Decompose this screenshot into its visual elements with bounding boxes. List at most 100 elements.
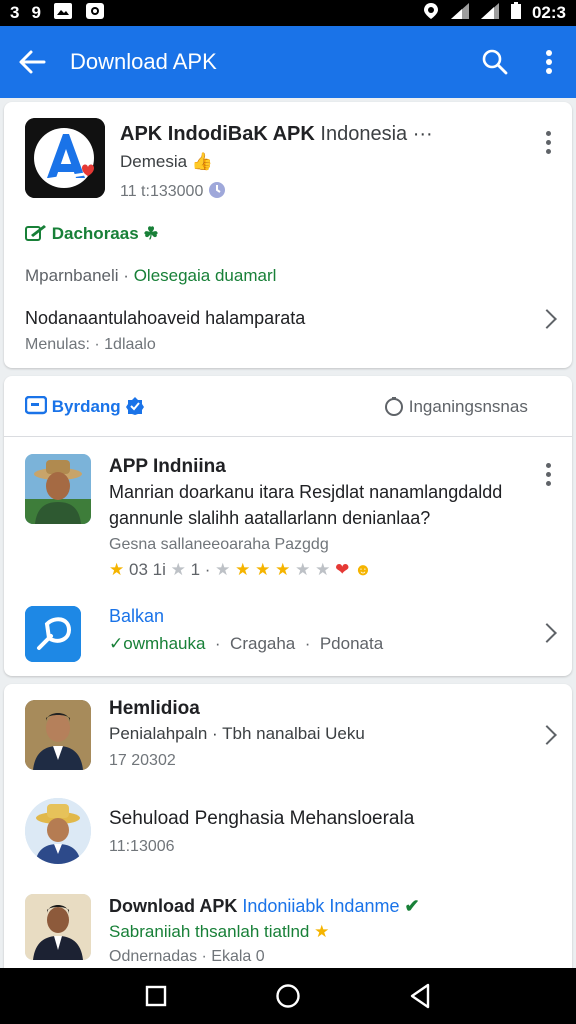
verified-check-icon: ✔ [404,896,420,916]
card-more-button[interactable] [536,124,560,160]
status-bar: 3 9 02:3 [0,0,576,26]
square-icon [145,985,167,1007]
signal-icon [450,2,470,25]
post-more-button[interactable] [536,456,560,492]
post-title: APP Indniina [109,456,226,477]
app-item-meta-a: Cragaha [230,634,296,653]
battery-icon [510,1,522,25]
thumbs-up-icon: 👍 [191,152,213,171]
back-nav-button[interactable] [396,972,444,1020]
check-circle-icon: ✓ [109,634,124,653]
app-count-text: 11 t:133000 [120,183,204,200]
content-scroll[interactable]: APK IndodiBaK APK Indonesia ··· Demesia … [0,98,576,968]
app-item-meta-b: Pdonata [319,634,384,653]
section-right-label: Inganingsnsnas [408,397,528,416]
app-count: 11 t:133000 [120,181,226,201]
heart-icon: ❤ [335,560,350,579]
image-notification-icon [53,2,73,25]
star-icon: ★ [109,560,125,579]
section-tab-left[interactable]: Byrdang [24,395,145,417]
avatar [25,894,91,960]
system-nav-bar [0,968,576,1024]
list-item-meta: 11:13006 [109,838,175,855]
recents-button[interactable] [132,972,180,1020]
app-notification-icon [85,2,105,25]
search-button[interactable] [468,26,522,98]
app-meta-value: 1dlaalo [104,336,156,353]
app-meta-label: Menulas: · [25,336,100,353]
avatar [25,700,91,770]
post-rating: ★ 03 1i ★ 1 · ★ ★ ★ ★ ★ ★ ❤ ☻ [109,560,372,580]
list-item-title: Download APK Indoniiabk Indanme ✔ [109,896,420,917]
list-item-title-accent: Indoniiabk Indanme [242,896,400,916]
page-title: Download APK [70,49,217,74]
section-tab-right[interactable]: Inganingsnsnas [384,396,528,417]
app-bar: Download APK [0,26,576,98]
verified-badge-icon [126,397,145,415]
avatar [25,798,91,864]
section-left-label: Byrdang [51,397,121,416]
app-title-bold: APK IndodiBaK APK [120,123,315,145]
triangle-back-icon [410,983,430,1009]
back-button[interactable] [0,26,64,98]
leaf-icon: ☘ [143,224,159,243]
list-item-meta: Odnernadas · Ekala 0 [109,948,265,965]
app-info-value: Olesegaia duamarl [133,266,277,285]
post-body-line-1: Manrian doarkanu itara Resjdlat nanamlan… [109,482,503,502]
app-description: Nodanaantulahoaveid halamparata [25,308,306,328]
app-logo [25,118,105,198]
list-item-subtitle: Penialahpaln · Tbh nanalbai Ueku [109,724,365,743]
list-item-subtitle: Sabraniiah thsanlah tiatlnd ★ [109,922,329,942]
smile-icon: ☻ [354,560,372,579]
rating-text: 03 1i [128,560,166,579]
more-vert-icon [546,50,552,74]
app-subtitle-text: Demesia [120,152,188,171]
post-body-line-2: gannunle slalihh aatallarlann denianlaa? [109,508,431,528]
arrow-left-icon [19,50,46,74]
app-meta: Menulas: · 1dlaalo [25,336,156,354]
app-badge-label: Dachoraas [51,224,139,243]
list-item-title: Hemlidioa [109,698,200,719]
star-icon: ★ [314,922,330,941]
timer-icon [385,397,403,416]
list-card: Hemlidioa Penialahpaln · Tbh nanalbai Ue… [4,684,572,968]
feed-card: Byrdang Inganingsnsnas APP Indniina Manr… [4,376,572,676]
star-empty-icon: ★ [170,560,186,579]
search-icon [482,49,508,75]
verified-clock-icon [208,182,225,198]
more-options-button[interactable] [522,26,576,98]
list-item-title-text: Download APK [109,896,238,916]
star-empty-icon: ★ [215,560,231,579]
app-item-meta: ✓owmhauka · Cragaha · Pdonata [109,634,384,653]
list-item-subtitle-text: Sabraniiah thsanlah tiatlnd [109,922,310,941]
chevron-right-icon [537,309,557,329]
signal-2-icon [480,2,500,25]
app-info: Mparnbaneli · Olesegaia duamarl [25,266,276,286]
circle-icon [276,984,300,1008]
post-meta: Gesna sallaneeoaraha Pazgdg [109,536,329,553]
section-divider [4,436,572,437]
status-icon-2: 9 [31,3,41,22]
star-empty-icon: ★ [315,560,331,579]
chevron-right-icon [537,623,557,643]
star-icon: ★ [235,560,251,579]
star-icon: ★ [275,560,291,579]
home-button[interactable] [264,972,312,1020]
rating-separator: 1 · [190,560,211,579]
location-icon [422,2,440,25]
app-item-status: owmhauka [123,634,206,653]
status-time: 02:3 [531,3,566,22]
screen-icon [24,395,48,415]
list-item-title: Sehuload Penghasia Mehansloerala [109,808,415,829]
app-subtitle: Demesia 👍 [120,152,213,172]
chevron-right-icon [537,725,557,745]
app-info-label: Mparnbaneli · [25,266,129,285]
app-item-title: Balkan [109,606,165,626]
edit-check-icon [25,225,46,241]
app-icon [25,606,81,662]
app-title: APK IndodiBaK APK Indonesia ··· [120,123,433,146]
star-icon: ★ [255,560,271,579]
app-title-ellipsis: ··· [412,123,433,145]
star-empty-icon: ★ [295,560,311,579]
app-title-light: Indonesia [320,123,408,145]
